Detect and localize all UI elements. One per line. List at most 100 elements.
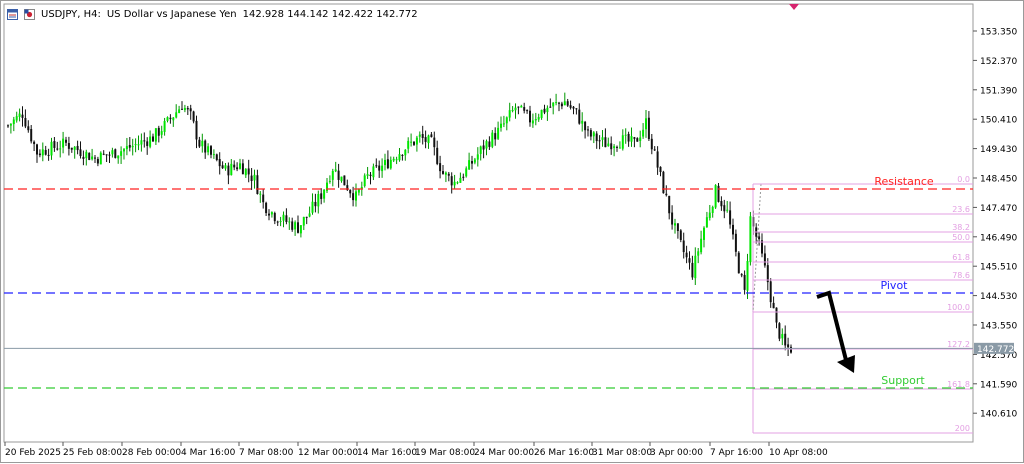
candle-body (694, 255, 697, 279)
candle-body (189, 108, 192, 112)
candle-body (381, 165, 384, 172)
candle-body (15, 116, 18, 121)
fib-level-label: 200 (955, 424, 970, 433)
candle-body (558, 102, 560, 104)
candle-body (143, 140, 146, 142)
candle-body (705, 217, 708, 228)
horizontal-lines-layer[interactable]: Resistance Pivot Support (4, 175, 973, 389)
candle-body (714, 185, 717, 208)
candle-body (708, 212, 711, 218)
candle-body (592, 132, 595, 137)
candle-body (355, 191, 357, 201)
fib-level-label: 78.6 (952, 271, 970, 280)
candle-body (462, 176, 465, 178)
candles-layer (7, 92, 792, 357)
chart-ohlc: 142.928 144.142 142.422 142.772 (242, 8, 418, 20)
candle-body (120, 151, 123, 156)
candle-body (621, 135, 624, 149)
candle-body (372, 166, 375, 178)
candle-body (494, 133, 497, 140)
candle-body (601, 137, 604, 140)
candle-body (769, 281, 772, 303)
candle-body (204, 140, 207, 153)
candle-body (44, 149, 47, 155)
symbol-flag-icon (24, 8, 35, 20)
candle-body (691, 262, 694, 278)
price-tick-label: 153.350 (980, 28, 1017, 38)
candle-body (323, 189, 326, 199)
candle-body (210, 146, 212, 155)
candle-body (38, 153, 41, 156)
time-tick-label: 26 Mar 16:00 (534, 448, 594, 458)
price-tick-label: 143.550 (980, 322, 1017, 332)
candle-body (659, 166, 662, 173)
candle-body (511, 110, 514, 112)
candle-body (758, 236, 761, 240)
candle-body (781, 333, 784, 339)
price-tick-label: 141.590 (980, 380, 1017, 390)
candle-body (685, 252, 688, 258)
candle-body (172, 117, 175, 121)
forecast-arrow-icon[interactable] (816, 290, 855, 373)
candle-body (734, 233, 737, 252)
candle-body (424, 137, 427, 142)
candle-body (268, 213, 270, 216)
candle-body (108, 154, 111, 156)
candle-body (389, 159, 392, 169)
candle-body (560, 103, 563, 107)
candle-body (418, 134, 421, 137)
candle-body (99, 152, 102, 165)
candle-body (233, 164, 236, 168)
candle-body (697, 251, 700, 256)
time-tick-label: 28 Feb 00:00 (122, 448, 181, 458)
candle-body (784, 333, 787, 346)
fibonacci-retracement[interactable]: 0.023.638.250.061.878.6100.0127.2161.820… (752, 175, 973, 434)
candle-body (33, 141, 36, 145)
candle-body (630, 136, 633, 142)
candle-body (517, 106, 520, 108)
candle-body (7, 125, 9, 127)
price-tick-label: 148.450 (980, 175, 1017, 185)
candle-body (595, 133, 598, 142)
time-tick-label: 14 Mar 16:00 (357, 448, 417, 458)
time-tick-label: 3 Apr 00:00 (650, 448, 703, 458)
candle-body (314, 201, 317, 207)
candle-body (627, 133, 630, 142)
candle-body (439, 163, 442, 172)
candle-body (749, 216, 752, 263)
candle-body (18, 113, 21, 117)
candle-body (128, 144, 131, 148)
candle-body (514, 107, 517, 111)
candle-body (732, 224, 734, 235)
candle-body (27, 126, 30, 131)
candle-body (134, 144, 137, 146)
candle-body (471, 161, 473, 164)
price-tick-label: 147.470 (980, 204, 1017, 214)
candle-body (146, 141, 149, 146)
candle-body (523, 107, 526, 111)
candle-body (291, 221, 294, 230)
candle-body (624, 134, 627, 136)
candle-body (65, 139, 67, 143)
candle-body (618, 147, 621, 149)
candle-body (192, 111, 195, 122)
candle-body (633, 137, 636, 139)
candle-body (645, 118, 647, 130)
candle-body (662, 171, 665, 194)
chart-window[interactable]: 0.0 23.6 38.2 50.0 61.8 78.6 100.0 127.2 161.8 20… (0, 0, 1024, 463)
candle-body (154, 128, 157, 142)
candle-body (671, 212, 674, 225)
candle-body (41, 149, 44, 156)
candle-body (447, 173, 450, 176)
candle-body (476, 154, 479, 160)
candle-body (62, 138, 65, 148)
candle-body (76, 145, 79, 151)
candle-body (572, 106, 575, 109)
candle-body (546, 107, 549, 113)
candle-body (444, 172, 447, 175)
candle-body (218, 158, 221, 167)
candle-body (740, 274, 743, 276)
candle-body (334, 169, 337, 172)
resistance-label: Resistance (874, 175, 934, 188)
price-chart[interactable]: 0.023.638.250.061.878.6100.0127.2161.820… (1, 1, 1024, 464)
